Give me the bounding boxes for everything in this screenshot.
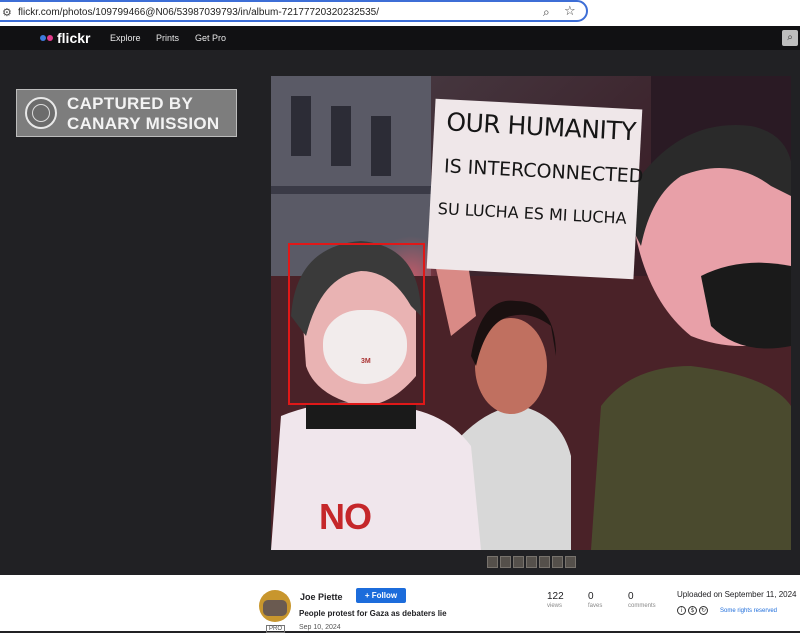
nav-prints[interactable]: Prints: [156, 33, 179, 43]
sign-line-3: SU LUCHA ES MI LUCHA: [437, 198, 628, 228]
stat-comments-count: 0: [628, 591, 634, 602]
nav-explore[interactable]: Explore: [110, 33, 141, 43]
pro-badge: PRO: [266, 625, 286, 633]
stat-views-label: views: [547, 603, 563, 609]
thumbnail[interactable]: [552, 556, 563, 568]
license-icons[interactable]: i $ ↻: [677, 606, 708, 615]
cc-attribution-icon: i: [677, 606, 686, 615]
logo-blue-dot: [40, 35, 46, 41]
thumbnail[interactable]: [487, 556, 498, 568]
canary-seal-icon: [25, 97, 57, 129]
shirt-print: NO: [319, 496, 372, 537]
badge-line-1: CAPTURED BY: [67, 94, 194, 113]
url-text: flickr.com/photos/109799466@N06/53987039…: [18, 7, 379, 18]
badge-line-2: CANARY MISSION: [67, 114, 220, 133]
author-avatar[interactable]: [259, 590, 291, 622]
sign-line-1: OUR HUMANITY: [445, 107, 637, 147]
face-highlight-box: [288, 243, 425, 405]
nav-get-pro[interactable]: Get Pro: [195, 33, 226, 43]
follow-button[interactable]: + Follow: [356, 588, 406, 603]
stat-comments-label: comments: [628, 603, 656, 609]
stat-faves-count: 0: [588, 591, 594, 602]
thumbnail[interactable]: [539, 556, 550, 568]
flickr-logo[interactable]: flickr: [40, 30, 90, 46]
stat-views: 122 views: [547, 591, 564, 609]
stat-views-count: 122: [547, 591, 564, 602]
zoom-icon[interactable]: ⌕: [543, 5, 550, 20]
author-name[interactable]: Joe Piette: [300, 592, 343, 602]
browser-address-bar: ⚙ flickr.com/photos/109799466@N06/539870…: [0, 0, 800, 26]
stat-faves-label: faves: [588, 603, 603, 609]
logo-text: flickr: [57, 30, 91, 46]
tune-icon[interactable]: ⚙: [2, 6, 12, 19]
thumbnail[interactable]: [526, 556, 537, 568]
main-photo[interactable]: OUR HUMANITY IS INTERCONNECTED SU LUCHA …: [271, 76, 791, 550]
thumbnail-strip: [487, 556, 576, 568]
thumbnail[interactable]: [500, 556, 511, 568]
protest-sign: OUR HUMANITY IS INTERCONNECTED SU LUCHA …: [426, 98, 644, 280]
avatar-crowd-shape: [263, 600, 287, 616]
stat-comments: 0 comments: [628, 591, 656, 609]
cc-noncommercial-icon: $: [688, 606, 697, 615]
upload-date: Uploaded on September 11, 2024: [677, 590, 797, 599]
right-person-shirt: [591, 366, 791, 550]
license-link[interactable]: Some rights reserved: [720, 608, 777, 614]
url-field[interactable]: ⚙ flickr.com/photos/109799466@N06/539870…: [0, 0, 588, 22]
left-person-collar: [306, 404, 416, 429]
canary-mission-badge: CAPTURED BY CANARY MISSION: [16, 89, 237, 137]
thumbnail[interactable]: [513, 556, 524, 568]
logo-pink-dot: [47, 35, 53, 41]
flickr-navbar: flickr Explore Prints Get Pro ⌕: [0, 26, 800, 50]
stat-faves: 0 faves: [588, 591, 602, 609]
photo-title: People protest for Gaza as debaters lie: [299, 609, 447, 618]
photo-info-bar: PRO Joe Piette + Follow People protest f…: [0, 575, 800, 633]
seal-inner-ring: [32, 104, 50, 122]
thumbnail[interactable]: [565, 556, 576, 568]
cc-sharealike-icon: ↻: [699, 606, 708, 615]
bookmark-star-icon[interactable]: ☆: [564, 4, 576, 19]
photo-date: Sep 10, 2024: [299, 624, 341, 631]
sign-line-2: IS INTERCONNECTED: [443, 155, 644, 188]
search-icon[interactable]: ⌕: [782, 30, 798, 46]
